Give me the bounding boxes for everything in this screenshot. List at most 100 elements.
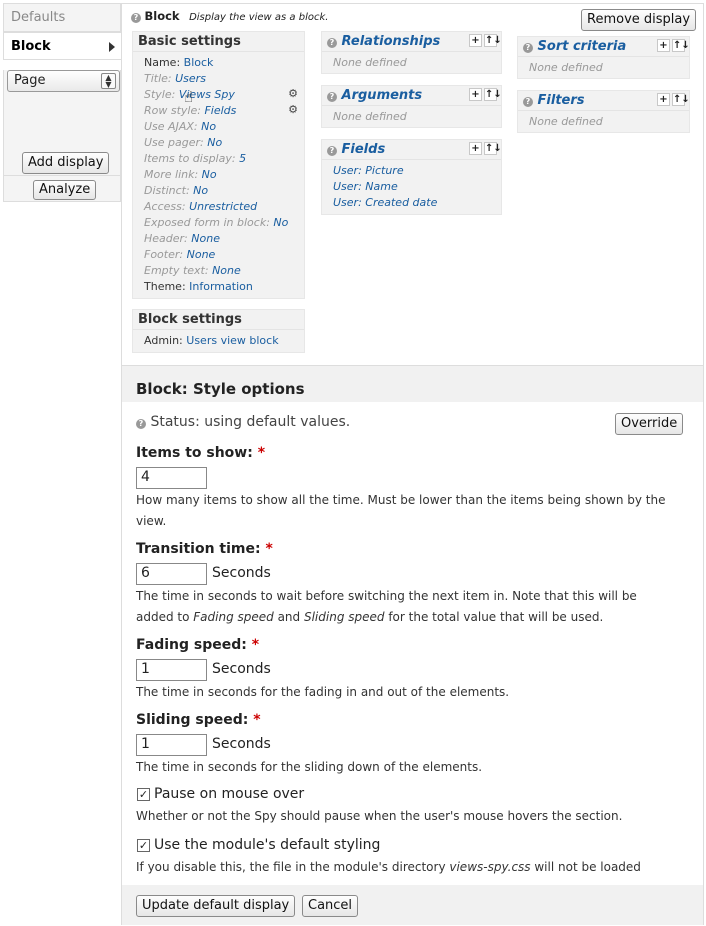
- basic-setting-label: Use AJAX:: [144, 120, 198, 133]
- rearrange-icon[interactable]: ↑↓: [484, 142, 502, 155]
- basic-setting-row: Access: Unrestricted: [144, 199, 304, 215]
- basic-setting-row: Distinct: No: [144, 183, 304, 199]
- transition-time-input[interactable]: 6: [136, 563, 207, 585]
- display-title: ? Block Display the view as a block.: [131, 9, 328, 23]
- basic-setting-row: Use pager: No: [144, 135, 304, 151]
- help-icon[interactable]: ?: [523, 43, 533, 53]
- override-button[interactable]: Override: [615, 413, 684, 435]
- fields-title[interactable]: Fields: [342, 142, 386, 157]
- add-icon[interactable]: +: [657, 93, 670, 106]
- sort-criteria-empty: None defined: [529, 61, 603, 74]
- basic-setting-value[interactable]: Unrestricted: [189, 200, 257, 213]
- hand-cursor-icon: ☝: [184, 88, 194, 106]
- block-settings-box: Block settings Admin: Users view block: [132, 309, 305, 353]
- basic-setting-value[interactable]: 5: [239, 152, 246, 165]
- help-icon[interactable]: ?: [327, 38, 337, 48]
- sort-criteria-title[interactable]: Sort criteria: [538, 39, 627, 54]
- default-styling-description: If you disable this, the file in the mod…: [136, 860, 641, 874]
- pause-checkbox[interactable]: ✓: [137, 788, 150, 801]
- basic-setting-row: Theme: Information: [144, 279, 304, 295]
- update-default-display-button[interactable]: Update default display: [136, 895, 296, 917]
- add-display-button[interactable]: Add display: [22, 152, 110, 174]
- basic-setting-value[interactable]: Users: [175, 72, 206, 85]
- block-admin-link[interactable]: Users view block: [186, 334, 278, 347]
- style-options-panel: Block: Style options ? Status: using def…: [122, 365, 703, 925]
- block-settings-title: Block settings: [133, 310, 304, 330]
- relationships-title[interactable]: Relationships: [342, 34, 441, 49]
- add-icon[interactable]: +: [469, 34, 482, 47]
- basic-setting-label: Use pager:: [144, 136, 204, 149]
- status-text: Status: using default values.: [150, 414, 351, 430]
- form-actions: Update default display Cancel: [122, 885, 703, 925]
- display-type-select[interactable]: Page ▲ ▼: [7, 70, 120, 92]
- rearrange-icon[interactable]: ↑↓: [484, 34, 502, 47]
- basic-setting-value[interactable]: None: [187, 248, 216, 261]
- sort-criteria-box: ? Sort criteria + ↑↓ None defined: [517, 36, 690, 79]
- cancel-button[interactable]: Cancel: [302, 895, 359, 917]
- help-icon[interactable]: ?: [131, 13, 141, 23]
- analyze-button[interactable]: Analyze: [33, 180, 97, 200]
- help-icon[interactable]: ?: [136, 419, 146, 429]
- help-icon[interactable]: ?: [327, 92, 337, 102]
- basic-setting-row: Exposed form in block: No: [144, 215, 304, 231]
- block-admin-label: Admin:: [144, 334, 183, 347]
- relationships-box: ? Relationships + ↑↓ None defined: [321, 31, 502, 74]
- basic-setting-label: Distinct:: [144, 184, 190, 197]
- basic-setting-label: Access:: [144, 200, 186, 213]
- rearrange-icon[interactable]: ↑↓: [672, 93, 690, 106]
- arguments-title[interactable]: Arguments: [342, 88, 423, 103]
- pause-description: Whether or not the Spy should pause when…: [136, 809, 623, 823]
- fading-speed-input[interactable]: 1: [136, 659, 207, 681]
- items-to-show-label: Items to show: *: [136, 445, 266, 461]
- basic-setting-row: More link: No: [144, 167, 304, 183]
- default-styling-checkbox[interactable]: ✓: [137, 839, 150, 852]
- basic-setting-value[interactable]: No: [207, 136, 222, 149]
- field-item[interactable]: User: Name: [333, 179, 501, 195]
- basic-setting-value[interactable]: No: [273, 216, 288, 229]
- basic-setting-row: Title: Users: [144, 71, 304, 87]
- transition-time-description: The time in seconds to wait before switc…: [136, 589, 637, 624]
- basic-settings-title: Basic settings: [133, 32, 304, 52]
- tab-block[interactable]: Block: [3, 32, 121, 60]
- tab-defaults[interactable]: Defaults: [3, 3, 121, 32]
- rearrange-icon[interactable]: ↑↓: [672, 39, 690, 52]
- basic-setting-row: Header: None: [144, 231, 304, 247]
- add-icon[interactable]: +: [469, 142, 482, 155]
- basic-setting-row: Use AJAX: No: [144, 119, 304, 135]
- basic-setting-value[interactable]: Fields: [204, 104, 236, 117]
- fading-speed-label: Fading speed: *: [136, 637, 260, 653]
- add-icon[interactable]: +: [469, 88, 482, 101]
- basic-setting-value[interactable]: No: [201, 120, 216, 133]
- basic-setting-row: Items to display: 5: [144, 151, 304, 167]
- filters-title[interactable]: Filters: [538, 93, 585, 108]
- basic-setting-row: Style: Views Spy: [144, 87, 304, 103]
- basic-setting-value[interactable]: None: [191, 232, 220, 245]
- basic-setting-value[interactable]: Block: [184, 56, 214, 69]
- field-item[interactable]: User: Picture: [333, 163, 501, 179]
- sliding-speed-unit: Seconds: [212, 736, 271, 752]
- basic-setting-value[interactable]: Information: [189, 280, 253, 293]
- help-icon[interactable]: ?: [523, 97, 533, 107]
- sliding-speed-input[interactable]: 1: [136, 734, 207, 756]
- basic-setting-value[interactable]: None: [212, 264, 241, 277]
- basic-setting-label: Footer:: [144, 248, 184, 261]
- gear-icon[interactable]: ⚙: [287, 104, 299, 116]
- basic-setting-value[interactable]: No: [193, 184, 208, 197]
- basic-setting-row: Empty text: None: [144, 263, 304, 279]
- add-icon[interactable]: +: [657, 39, 670, 52]
- filters-empty: None defined: [529, 115, 603, 128]
- basic-setting-row: Footer: None: [144, 247, 304, 263]
- field-item[interactable]: User: Created date: [333, 195, 501, 211]
- help-icon[interactable]: ?: [327, 146, 337, 156]
- relationships-empty: None defined: [333, 56, 407, 69]
- gear-icon[interactable]: ⚙: [287, 88, 299, 100]
- remove-display-button[interactable]: Remove display: [581, 9, 697, 31]
- basic-settings-list: Name: Block Title: Users ⚙ Style: Views Spy…: [133, 52, 304, 295]
- basic-setting-value[interactable]: No: [202, 168, 217, 181]
- basic-setting-row: Name: Block: [144, 55, 304, 71]
- display-type-value: Page: [14, 73, 46, 88]
- rearrange-icon[interactable]: ↑↓: [484, 88, 502, 101]
- items-to-show-input[interactable]: 4: [136, 467, 207, 489]
- basic-setting-label: Title:: [144, 72, 172, 85]
- basic-setting-label: Empty text:: [144, 264, 209, 277]
